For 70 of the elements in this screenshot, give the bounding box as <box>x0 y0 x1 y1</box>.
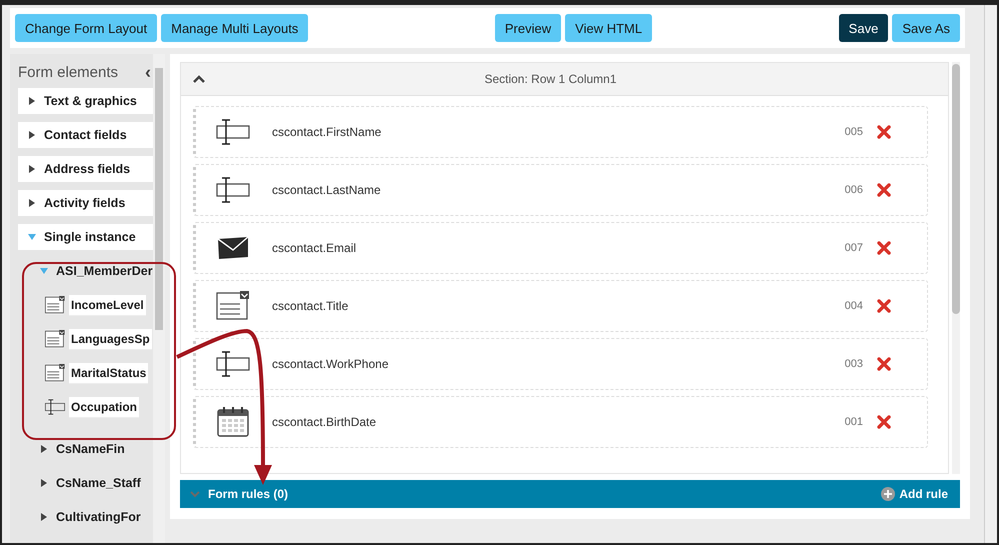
plus-icon <box>881 487 896 501</box>
delete-icon[interactable] <box>877 357 891 371</box>
field-number: 003 <box>844 358 863 370</box>
field-name: cscontact.LastName <box>272 183 382 197</box>
field-item[interactable]: MaritalStatus <box>69 362 148 384</box>
section-title: Section: Row 1 Column1 <box>483 72 618 86</box>
expanded-caret-icon[interactable] <box>28 233 36 241</box>
form-field-row[interactable]: cscontact.Title 004 <box>193 280 928 332</box>
collapse-button[interactable]: ‹ <box>145 63 151 81</box>
text-field-icon <box>216 117 250 147</box>
collapsed-caret-icon[interactable] <box>40 513 48 521</box>
save-button[interactable]: Save <box>838 14 888 42</box>
field-item[interactable]: LanguagesSp <box>69 328 152 350</box>
dropdown-list-icon <box>44 364 66 382</box>
form-field-row[interactable]: cscontact.WorkPhone 003 <box>193 338 928 390</box>
form-rules-label: Form rules (0) <box>208 487 290 501</box>
collapsed-caret-icon[interactable] <box>28 165 36 173</box>
collapsed-caret-icon[interactable] <box>40 479 48 487</box>
category-item[interactable]: Activity fields <box>18 190 153 216</box>
toolbar-button[interactable]: Manage Multi Layouts <box>161 14 308 42</box>
field-name: cscontact.WorkPhone <box>272 357 390 371</box>
collapsed-caret-icon[interactable] <box>28 131 36 139</box>
field-item[interactable]: Occupation <box>69 396 140 418</box>
form-field-row[interactable]: cscontact.LastName 006 <box>193 164 928 216</box>
collapsed-caret-icon[interactable] <box>28 97 36 105</box>
form-field-row[interactable]: cscontact.BirthDate 001 <box>193 396 928 448</box>
field-number: 004 <box>844 300 863 312</box>
field-name: cscontact.Title <box>272 299 350 313</box>
delete-icon[interactable] <box>877 241 891 255</box>
field-number: 007 <box>844 242 863 254</box>
add-rule-button[interactable]: Add rule <box>881 487 948 501</box>
toolbar-button[interactable]: Save As <box>892 14 960 42</box>
field-number: 006 <box>844 184 863 196</box>
field-item[interactable]: IncomeLevel <box>69 294 146 316</box>
text-field-icon <box>216 175 250 205</box>
field-number: 005 <box>844 126 863 138</box>
dropdown-list-icon <box>44 296 66 314</box>
calendar-icon <box>216 407 250 437</box>
collapsed-caret-icon[interactable] <box>40 445 48 453</box>
category-item[interactable]: Single instance <box>18 224 153 250</box>
toolbar-button[interactable]: View HTML <box>565 14 652 42</box>
delete-icon[interactable] <box>877 125 891 139</box>
delete-icon[interactable] <box>877 183 891 197</box>
scrollbar[interactable] <box>952 62 960 474</box>
category-item[interactable]: Address fields <box>18 156 153 182</box>
category-item[interactable]: Text & graphics <box>18 88 153 114</box>
form-field-row[interactable]: cscontact.FirstName 005 <box>193 106 928 158</box>
group-item[interactable]: CultivatingFor <box>56 510 141 524</box>
toolbar-button[interactable]: Change Form Layout <box>15 14 158 42</box>
delete-icon[interactable] <box>877 299 891 313</box>
group-item[interactable]: CsNameFin <box>56 442 125 456</box>
field-name: cscontact.BirthDate <box>272 415 378 429</box>
dropdown-list-icon <box>44 330 66 348</box>
form-field-row[interactable]: cscontact.Email 007 <box>193 222 928 274</box>
group-item[interactable]: CsName_Staff <box>56 476 141 490</box>
scrollbar[interactable] <box>984 5 997 543</box>
delete-icon[interactable] <box>877 415 891 429</box>
field-name: cscontact.FirstName <box>272 125 382 139</box>
collapsed-caret-icon[interactable] <box>28 199 36 207</box>
field-name: cscontact.Email <box>272 241 358 255</box>
field-number: 001 <box>844 416 863 428</box>
text-field-icon <box>44 398 66 416</box>
category-item[interactable]: Contact fields <box>18 122 153 148</box>
group-item[interactable]: ASI_MemberDer <box>56 264 153 278</box>
chevron-up-icon[interactable] <box>193 75 205 83</box>
sidebar-title: Form elements <box>18 64 118 80</box>
toolbar-button[interactable]: Preview <box>494 14 562 42</box>
dropdown-list-icon <box>216 291 250 321</box>
scrollbar[interactable] <box>153 54 165 543</box>
text-field-icon <box>216 349 250 379</box>
